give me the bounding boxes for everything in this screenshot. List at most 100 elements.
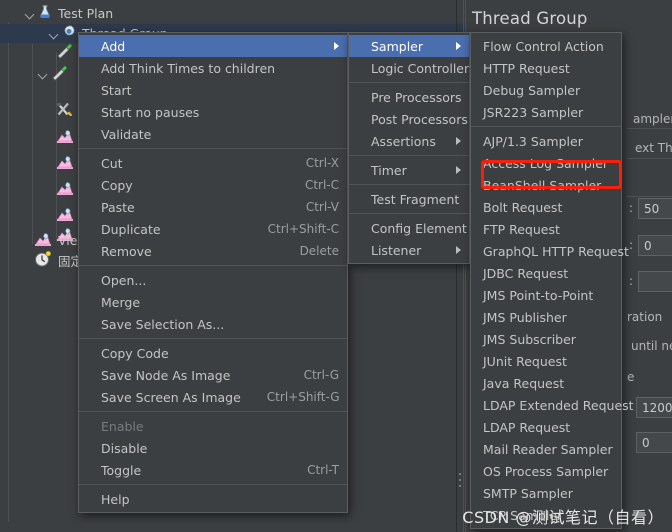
chevron-down-icon[interactable] <box>24 7 37 20</box>
menu-item-flow-control-action[interactable]: Flow Control Action <box>471 35 621 57</box>
panel-separator <box>627 128 672 129</box>
chevron-down-icon[interactable] <box>48 27 61 40</box>
menu-item-jsr223-sampler[interactable]: JSR223 Sampler <box>471 101 621 123</box>
timer-icon <box>33 250 53 271</box>
menu-item-post-processors[interactable]: Post Processors <box>349 108 487 130</box>
menu-item-paste[interactable]: Paste Ctrl-V <box>79 196 347 218</box>
menu-separator <box>349 184 469 185</box>
panel-label-until-needed: until nee <box>631 339 672 353</box>
menu-item-duplicate[interactable]: Duplicate Ctrl+Shift-C <box>79 218 347 240</box>
panel-label-e: e <box>627 370 635 384</box>
menu-item-assertions[interactable]: Assertions <box>349 130 469 152</box>
tree-item-label: Test Plan <box>58 6 114 21</box>
menu-item-ajp-sampler[interactable]: AJP/1.3 Sampler <box>471 130 621 152</box>
menu-separator <box>79 148 347 149</box>
tree-item-test-plan[interactable]: Test Plan <box>0 4 113 23</box>
menu-item-beanshell-sampler[interactable]: BeanShell Sampler <box>471 174 621 196</box>
chevron-down-icon[interactable] <box>37 67 50 80</box>
menu-item-toggle[interactable]: Toggle Ctrl-T <box>79 459 347 481</box>
menu-item-copy[interactable]: Copy Ctrl-C <box>79 174 347 196</box>
listener-icon <box>55 205 75 226</box>
loop-count-field[interactable] <box>638 271 672 292</box>
menu-item-test-fragment[interactable]: Test Fragment <box>349 188 479 210</box>
add-submenu[interactable]: Sampler Logic Controller Pre Processors … <box>348 32 489 264</box>
menu-separator <box>349 82 469 83</box>
menu-item-os-process-sampler[interactable]: OS Process Sampler <box>471 460 621 482</box>
tree-item-sampler-group[interactable] <box>37 64 75 83</box>
menu-item-listener[interactable]: Listener <box>349 239 469 261</box>
menu-item-sampler[interactable]: Sampler <box>349 35 469 57</box>
chevron-right-icon <box>456 166 461 174</box>
tree-item-listener[interactable] <box>55 180 80 199</box>
menu-item-merge[interactable]: Merge <box>79 291 347 313</box>
menu-item-debug-sampler[interactable]: Debug Sampler <box>471 79 621 101</box>
chevron-right-icon <box>456 246 461 254</box>
ramp-up-field[interactable]: 0 <box>638 235 672 256</box>
jmeter-window: Test Plan Thread Group <box>0 0 672 532</box>
tree-item-sampler[interactable] <box>55 42 80 61</box>
panel-label-rampup: : <box>629 238 634 252</box>
menu-separator <box>79 411 347 412</box>
menu-item-add-think-times[interactable]: Add Think Times to children <box>79 57 347 79</box>
menu-separator <box>349 213 469 214</box>
thread-group-context-menu[interactable]: Add Add Think Times to children Start St… <box>78 32 348 513</box>
duration-field[interactable]: 1200 <box>636 397 672 418</box>
menu-item-validate[interactable]: Validate <box>79 123 347 145</box>
menu-item-save-selection-as[interactable]: Save Selection As... <box>79 313 347 335</box>
menu-item-jms-point-to-point[interactable]: JMS Point-to-Point <box>471 284 621 306</box>
menu-item-logic-controller[interactable]: Logic Controller <box>349 57 489 79</box>
menu-item-remove[interactable]: Remove Delete <box>79 240 347 262</box>
splitter-drag-handle[interactable] <box>457 473 463 495</box>
panel-text-next-thread: ext Threa <box>635 141 672 155</box>
menu-separator <box>349 155 469 156</box>
menu-item-save-screen-as-image[interactable]: Save Screen As Image Ctrl+Shift-G <box>79 386 347 408</box>
panel-separator <box>627 158 672 159</box>
panel-label-duration: ration <box>627 310 663 324</box>
listener-icon <box>33 230 53 251</box>
tree-item-listener[interactable] <box>55 128 80 147</box>
menu-item-pre-processors[interactable]: Pre Processors <box>349 86 481 108</box>
menu-item-config-element[interactable]: Config Element <box>349 217 486 239</box>
menu-item-add[interactable]: Add <box>79 35 347 57</box>
tree-item-config-element[interactable] <box>55 102 80 121</box>
menu-item-timer[interactable]: Timer <box>349 159 469 181</box>
menu-separator <box>79 338 347 339</box>
menu-separator <box>471 126 621 127</box>
sampler-submenu[interactable]: Flow Control Action HTTP Request Debug S… <box>470 32 634 529</box>
tree-guide-line <box>32 44 33 244</box>
menu-item-save-node-as-image[interactable]: Save Node As Image Ctrl-G <box>79 364 347 386</box>
menu-item-enable: Enable <box>101 418 144 434</box>
menu-item-smtp-sampler[interactable]: SMTP Sampler <box>471 482 621 504</box>
num-threads-field[interactable]: 50 <box>638 198 672 219</box>
tree-item-timer[interactable]: 固定 <box>33 250 83 271</box>
menu-item-jms-publisher[interactable]: JMS Publisher <box>471 306 621 328</box>
menu-item-access-log-sampler[interactable]: Access Log Sampler <box>471 152 621 174</box>
menu-item-help[interactable]: Help <box>79 488 347 510</box>
menu-item-ftp-request[interactable]: FTP Request <box>471 218 621 240</box>
tree-item-listener[interactable] <box>55 206 80 225</box>
menu-item-http-request[interactable]: HTTP Request <box>471 57 621 79</box>
page-title: Thread Group <box>472 9 588 28</box>
menu-item-graphql-http-request[interactable]: GraphQL HTTP Request <box>471 240 629 262</box>
sampler-icon <box>55 41 75 62</box>
menu-item-ldap-request[interactable]: LDAP Request <box>471 416 621 438</box>
menu-item-copy-code[interactable]: Copy Code <box>79 342 347 364</box>
chevron-right-icon <box>334 42 339 50</box>
menu-item-open[interactable]: Open... <box>79 269 347 291</box>
menu-item-ldap-extended-request[interactable]: LDAP Extended Request <box>471 394 634 416</box>
menu-item-java-request[interactable]: Java Request <box>471 372 621 394</box>
panel-label-threads: : <box>629 201 634 215</box>
menu-item-disable[interactable]: Disable <box>79 437 347 459</box>
menu-item-jdbc-request[interactable]: JDBC Request <box>471 262 621 284</box>
listener-icon <box>55 127 75 148</box>
menu-item-cut[interactable]: Cut Ctrl-X <box>79 152 347 174</box>
startup-delay-field[interactable]: 0 <box>636 432 672 453</box>
menu-item-mail-reader-sampler[interactable]: Mail Reader Sampler <box>471 438 621 460</box>
menu-item-junit-request[interactable]: JUnit Request <box>471 350 621 372</box>
chevron-right-icon <box>456 42 461 50</box>
tree-item-listener[interactable] <box>55 154 80 173</box>
menu-item-start[interactable]: Start <box>79 79 347 101</box>
menu-item-start-no-pauses[interactable]: Start no pauses <box>79 101 347 123</box>
menu-item-jms-subscriber[interactable]: JMS Subscriber <box>471 328 621 350</box>
menu-item-bolt-request[interactable]: Bolt Request <box>471 196 621 218</box>
